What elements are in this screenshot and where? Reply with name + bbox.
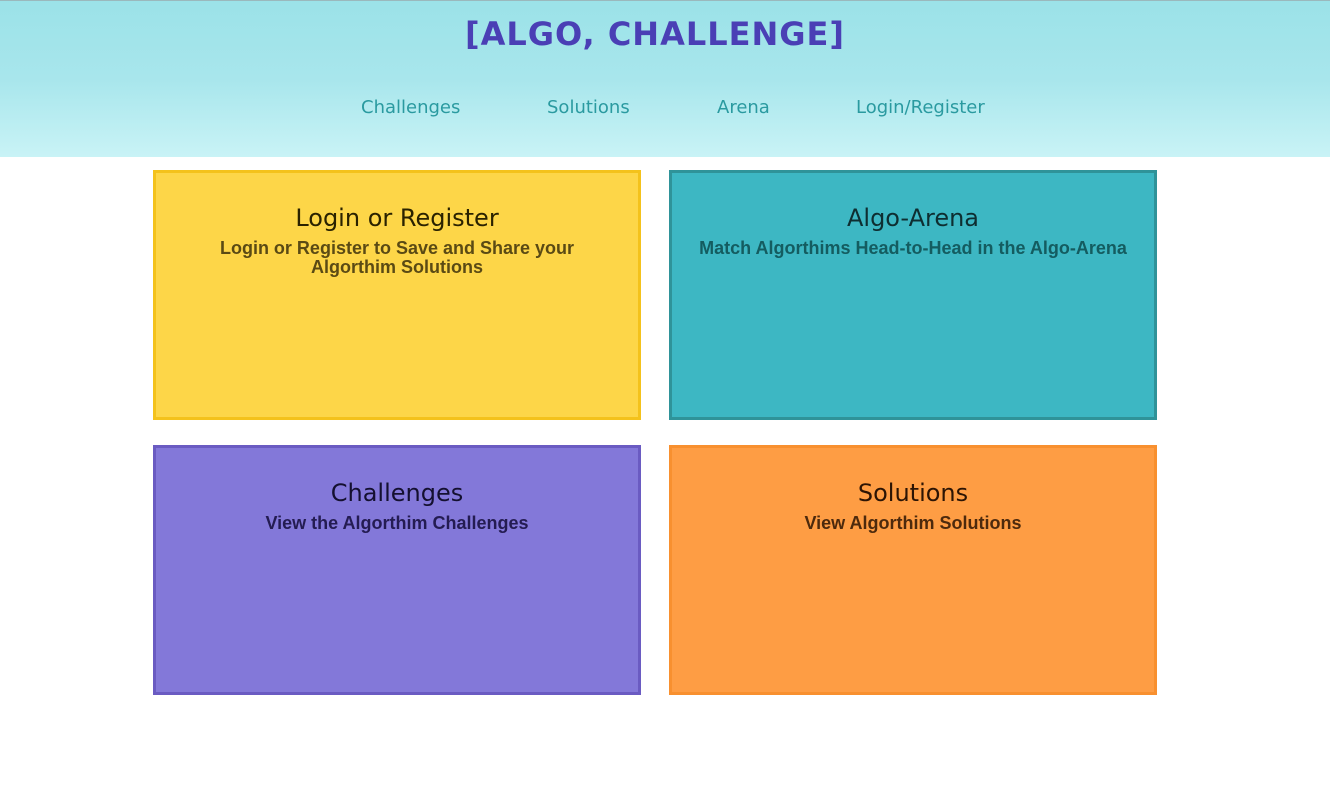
nav-link-challenges[interactable]: Challenges [361, 97, 460, 118]
nav-link-solutions[interactable]: Solutions [547, 97, 630, 118]
card-title: Algo-Arena [846, 204, 980, 232]
challenges-card[interactable]: Challenges View the Algorthim Challenges [153, 445, 641, 695]
card-description: Login or Register to Save and Share your… [219, 238, 575, 277]
nav-link-login-register[interactable]: Login/Register [856, 97, 985, 118]
card-description: View Algorthim Solutions [804, 513, 1022, 533]
card-title: Challenges [330, 479, 464, 507]
site-title[interactable]: [Algo, Challenge] [0, 15, 1310, 53]
login-register-card[interactable]: Login or Register Login or Register to S… [153, 170, 641, 420]
card-title: Login or Register [295, 204, 499, 232]
card-title: Solutions [857, 479, 969, 507]
nav-link-arena[interactable]: Arena [717, 97, 770, 118]
card-description: Match Algorthims Head-to-Head in the Alg… [699, 238, 1127, 258]
solutions-card[interactable]: Solutions View Algorthim Solutions [669, 445, 1157, 695]
site-header: [Algo, Challenge] Challenges Solutions A… [0, 0, 1330, 157]
algo-arena-card[interactable]: Algo-Arena Match Algorthims Head-to-Head… [669, 170, 1157, 420]
card-description: View the Algorthim Challenges [265, 513, 529, 533]
main-nav: Challenges Solutions Arena Login/Registe… [0, 97, 1330, 123]
